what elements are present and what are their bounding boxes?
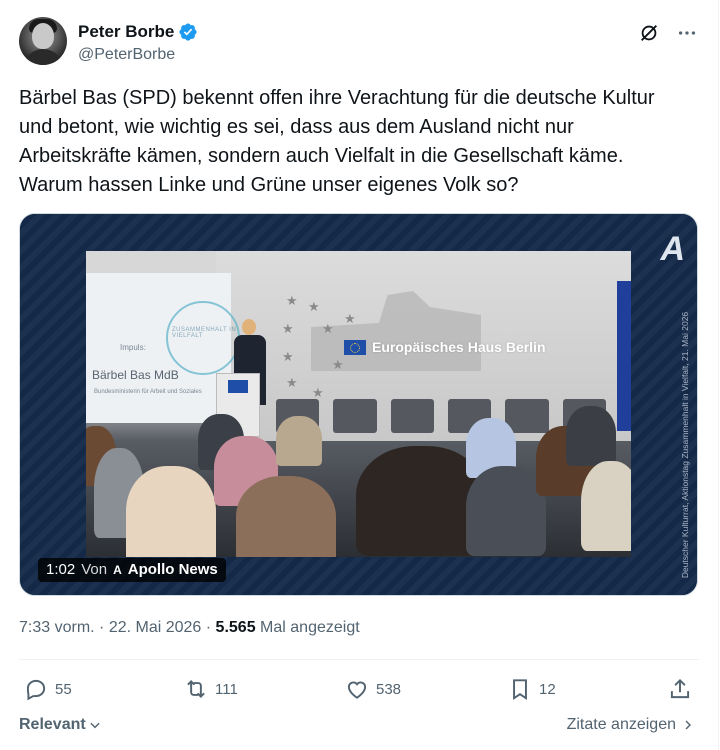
bookmark-button[interactable]: 12 [507, 676, 556, 702]
header-actions [638, 22, 698, 44]
like-button[interactable]: 538 [344, 676, 401, 702]
avatar[interactable] [19, 17, 67, 65]
video-source-prefix: Von [81, 561, 108, 578]
tweet-meta: 7:33 vorm. · 22. Mai 2026 · 5.565 Mal an… [19, 619, 360, 636]
bookmark-icon [513, 679, 527, 701]
tweet-date[interactable]: 22. Mai 2026 [109, 619, 202, 636]
more-icon[interactable] [676, 22, 698, 44]
view-count-label: Mal angezeigt [255, 619, 360, 636]
view-count: 5.565 [215, 619, 256, 636]
tweet-time[interactable]: 7:33 vorm. [19, 619, 95, 636]
presentation-screen: ZUSAMMENHALT IN VIELFALT Impuls: Bärbel … [86, 273, 240, 423]
sort-replies-dropdown[interactable]: Relevant [19, 716, 102, 734]
action-bar: 55 111 538 12 [19, 676, 699, 702]
sort-label: Relevant [19, 716, 86, 733]
bookmark-count: 12 [539, 680, 556, 698]
venue-sign: Europäisches Haus Berlin [344, 339, 546, 355]
reply-icon [26, 679, 46, 701]
like-icon [347, 681, 367, 699]
video-player[interactable]: A Deutscher Kulturrat, Aktionstag Zusamm… [19, 213, 698, 596]
video-side-caption: Deutscher Kulturrat, Aktionstag Zusammen… [680, 311, 690, 579]
reply-count: 55 [55, 680, 72, 698]
repost-count: 111 [215, 680, 238, 698]
verified-badge-icon [179, 23, 197, 41]
eu-flag-icon [344, 339, 366, 355]
repost-button[interactable]: 111 [183, 676, 238, 702]
share-icon [670, 678, 690, 699]
share-button[interactable] [667, 676, 693, 702]
chevron-right-icon [685, 720, 691, 730]
video-source-name[interactable]: Apollo News [128, 558, 218, 582]
author-name-row[interactable]: Peter Borbe [78, 22, 198, 42]
quotes-label: Zitate anzeigen [566, 716, 676, 733]
apollo-watermark-logo: A [660, 230, 685, 268]
chevron-down-icon [90, 722, 100, 729]
reply-button[interactable]: 55 [23, 676, 72, 702]
view-quotes-link[interactable]: Zitate anzeigen [567, 716, 694, 734]
tweet-detail: Peter Borbe @PeterBorbe Bärbel Bas (SPD)… [0, 0, 719, 750]
repost-icon [187, 680, 205, 698]
apollo-news-icon: A [113, 563, 122, 577]
video-duration: 1:02 [46, 561, 76, 578]
like-count: 538 [376, 680, 402, 698]
tweet-text: Bärbel Bas (SPD) bekennt offen ihre Vera… [19, 87, 655, 196]
author-name[interactable]: Peter Borbe [78, 22, 174, 42]
divider [19, 659, 699, 660]
author-handle[interactable]: @PeterBorbe [78, 45, 175, 65]
video-duration-badge: 1:02 Von A Apollo News [38, 558, 226, 582]
grok-icon[interactable] [638, 22, 660, 44]
video-frame[interactable]: ★ ★ ★ ★ ★ ★ ★ ★ ★ Europäisches Haus Berl… [86, 251, 631, 557]
